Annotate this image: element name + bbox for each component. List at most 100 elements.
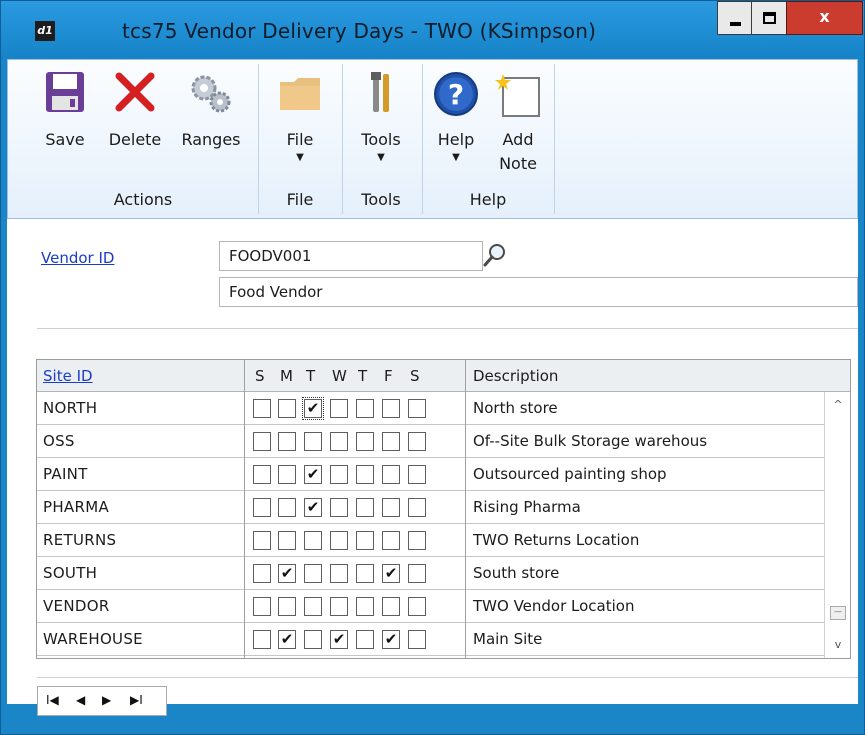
delivery-day-checkbox[interactable]: [356, 531, 374, 550]
description-cell[interactable]: Of--Site Bulk Storage warehous: [473, 425, 707, 457]
delivery-day-checkbox[interactable]: ✔: [278, 630, 296, 649]
table-row[interactable]: PAINT ✔ Outsourced painting shop: [37, 458, 824, 491]
delivery-day-checkbox[interactable]: ✔: [382, 630, 400, 649]
delivery-day-checkbox[interactable]: [382, 399, 400, 418]
delivery-day-checkbox[interactable]: [382, 498, 400, 517]
delivery-day-checkbox[interactable]: [253, 432, 271, 451]
delivery-day-checkbox[interactable]: [330, 564, 348, 583]
last-record-button[interactable]: ▶I: [130, 693, 143, 707]
help-menu-button[interactable]: ? Help ▼: [428, 70, 484, 164]
delivery-day-checkbox[interactable]: [356, 564, 374, 583]
site-id-cell[interactable]: RETURNS: [43, 524, 116, 556]
grid-scrollbar[interactable]: ^ — v: [824, 392, 850, 658]
vendor-id-input[interactable]: FOODV001: [219, 241, 483, 271]
site-id-cell[interactable]: WAREHOUSE: [43, 623, 143, 655]
delivery-day-checkbox[interactable]: [253, 564, 271, 583]
site-id-cell[interactable]: PHARMA: [43, 491, 109, 523]
delivery-day-checkbox[interactable]: [304, 432, 322, 451]
delivery-day-checkbox[interactable]: [356, 465, 374, 484]
delivery-day-checkbox[interactable]: [408, 564, 426, 583]
delivery-day-checkbox[interactable]: [253, 399, 271, 418]
site-id-cell[interactable]: OSS: [43, 425, 75, 457]
delivery-day-checkbox[interactable]: [330, 432, 348, 451]
delivery-day-checkbox[interactable]: [408, 432, 426, 451]
scroll-thumb[interactable]: —: [830, 606, 846, 620]
delivery-day-checkbox[interactable]: [278, 498, 296, 517]
delivery-day-checkbox[interactable]: [408, 399, 426, 418]
previous-record-button[interactable]: ◀: [76, 693, 85, 707]
delivery-day-checkbox[interactable]: [330, 531, 348, 550]
delivery-day-checkbox[interactable]: [278, 432, 296, 451]
description-cell[interactable]: TWO Vendor Location: [473, 590, 634, 622]
scroll-down-icon[interactable]: v: [825, 638, 851, 651]
delivery-day-checkbox[interactable]: ✔: [304, 465, 322, 484]
minimize-button[interactable]: [717, 1, 752, 35]
delivery-day-checkbox[interactable]: [330, 597, 348, 616]
delivery-day-checkbox[interactable]: [253, 498, 271, 517]
delivery-day-checkbox[interactable]: [408, 597, 426, 616]
description-cell[interactable]: Main Site: [473, 623, 542, 655]
site-id-cell[interactable]: VENDOR: [43, 590, 110, 622]
delivery-day-checkbox[interactable]: [278, 597, 296, 616]
delivery-day-checkbox[interactable]: [278, 399, 296, 418]
tools-menu-button[interactable]: Tools ▼: [352, 70, 410, 164]
table-row[interactable]: PHARMA ✔ Rising Pharma: [37, 491, 824, 524]
delete-button[interactable]: Delete: [106, 70, 164, 152]
delivery-day-checkbox[interactable]: [304, 531, 322, 550]
delivery-day-checkbox[interactable]: [408, 465, 426, 484]
delivery-day-checkbox[interactable]: [253, 465, 271, 484]
delivery-day-checkbox[interactable]: [304, 630, 322, 649]
delivery-day-checkbox[interactable]: [330, 498, 348, 517]
delivery-day-checkbox[interactable]: [408, 630, 426, 649]
delivery-day-checkbox[interactable]: [382, 597, 400, 616]
table-row[interactable]: OSS Of--Site Bulk Storage warehous: [37, 425, 824, 458]
delivery-day-checkbox[interactable]: ✔: [330, 630, 348, 649]
delivery-day-checkbox[interactable]: [278, 465, 296, 484]
description-cell[interactable]: Outsourced painting shop: [473, 458, 667, 490]
delivery-day-checkbox[interactable]: [304, 597, 322, 616]
delivery-day-checkbox[interactable]: ✔: [304, 498, 322, 517]
description-cell[interactable]: TWO Returns Location: [473, 524, 639, 556]
delivery-day-checkbox[interactable]: [382, 465, 400, 484]
delivery-day-checkbox[interactable]: [356, 399, 374, 418]
table-row[interactable]: WAREHOUSE ✔ ✔ ✔ Main Site: [37, 623, 824, 656]
add-note-button[interactable]: Add Note: [488, 70, 548, 176]
site-id-cell[interactable]: NORTH: [43, 392, 97, 424]
delivery-day-checkbox[interactable]: [408, 531, 426, 550]
delivery-day-checkbox[interactable]: [356, 498, 374, 517]
table-row[interactable]: NORTH ✔ North store: [37, 392, 824, 425]
delivery-day-checkbox[interactable]: [382, 531, 400, 550]
first-record-button[interactable]: I◀: [46, 693, 59, 707]
delivery-day-checkbox[interactable]: ✔: [278, 564, 296, 583]
delivery-day-checkbox[interactable]: [278, 531, 296, 550]
vendor-lookup-button[interactable]: [480, 241, 510, 269]
site-id-cell[interactable]: PAINT: [43, 458, 88, 490]
delivery-day-checkbox[interactable]: [304, 564, 322, 583]
title-bar[interactable]: d1 tcs75 Vendor Delivery Days - TWO (KSi…: [1, 1, 864, 59]
delivery-day-checkbox[interactable]: [356, 432, 374, 451]
close-button[interactable]: x: [786, 1, 863, 35]
delivery-day-checkbox[interactable]: [330, 399, 348, 418]
description-cell[interactable]: North store: [473, 392, 558, 424]
table-row[interactable]: RETURNS TWO Returns Location: [37, 524, 824, 557]
description-cell[interactable]: South store: [473, 557, 559, 589]
file-menu-button[interactable]: File ▼: [270, 70, 330, 164]
delivery-day-checkbox[interactable]: [356, 630, 374, 649]
delivery-day-checkbox[interactable]: [253, 531, 271, 550]
delivery-day-checkbox[interactable]: [382, 432, 400, 451]
delivery-day-checkbox[interactable]: [253, 597, 271, 616]
table-row[interactable]: SOUTH ✔ ✔ South store: [37, 557, 824, 590]
save-button[interactable]: Save: [40, 70, 90, 152]
delivery-day-checkbox[interactable]: [408, 498, 426, 517]
site-id-header-link[interactable]: Site ID: [43, 360, 93, 392]
next-record-button[interactable]: ▶: [102, 693, 111, 707]
delivery-day-checkbox[interactable]: ✔: [302, 397, 324, 420]
ranges-button[interactable]: Ranges: [178, 70, 244, 152]
delivery-day-checkbox[interactable]: ✔: [382, 564, 400, 583]
maximize-button[interactable]: [751, 1, 787, 35]
site-id-cell[interactable]: SOUTH: [43, 557, 97, 589]
delivery-day-checkbox[interactable]: [330, 465, 348, 484]
table-row[interactable]: VENDOR TWO Vendor Location: [37, 590, 824, 623]
delivery-day-checkbox[interactable]: [253, 630, 271, 649]
delivery-day-checkbox[interactable]: [356, 597, 374, 616]
